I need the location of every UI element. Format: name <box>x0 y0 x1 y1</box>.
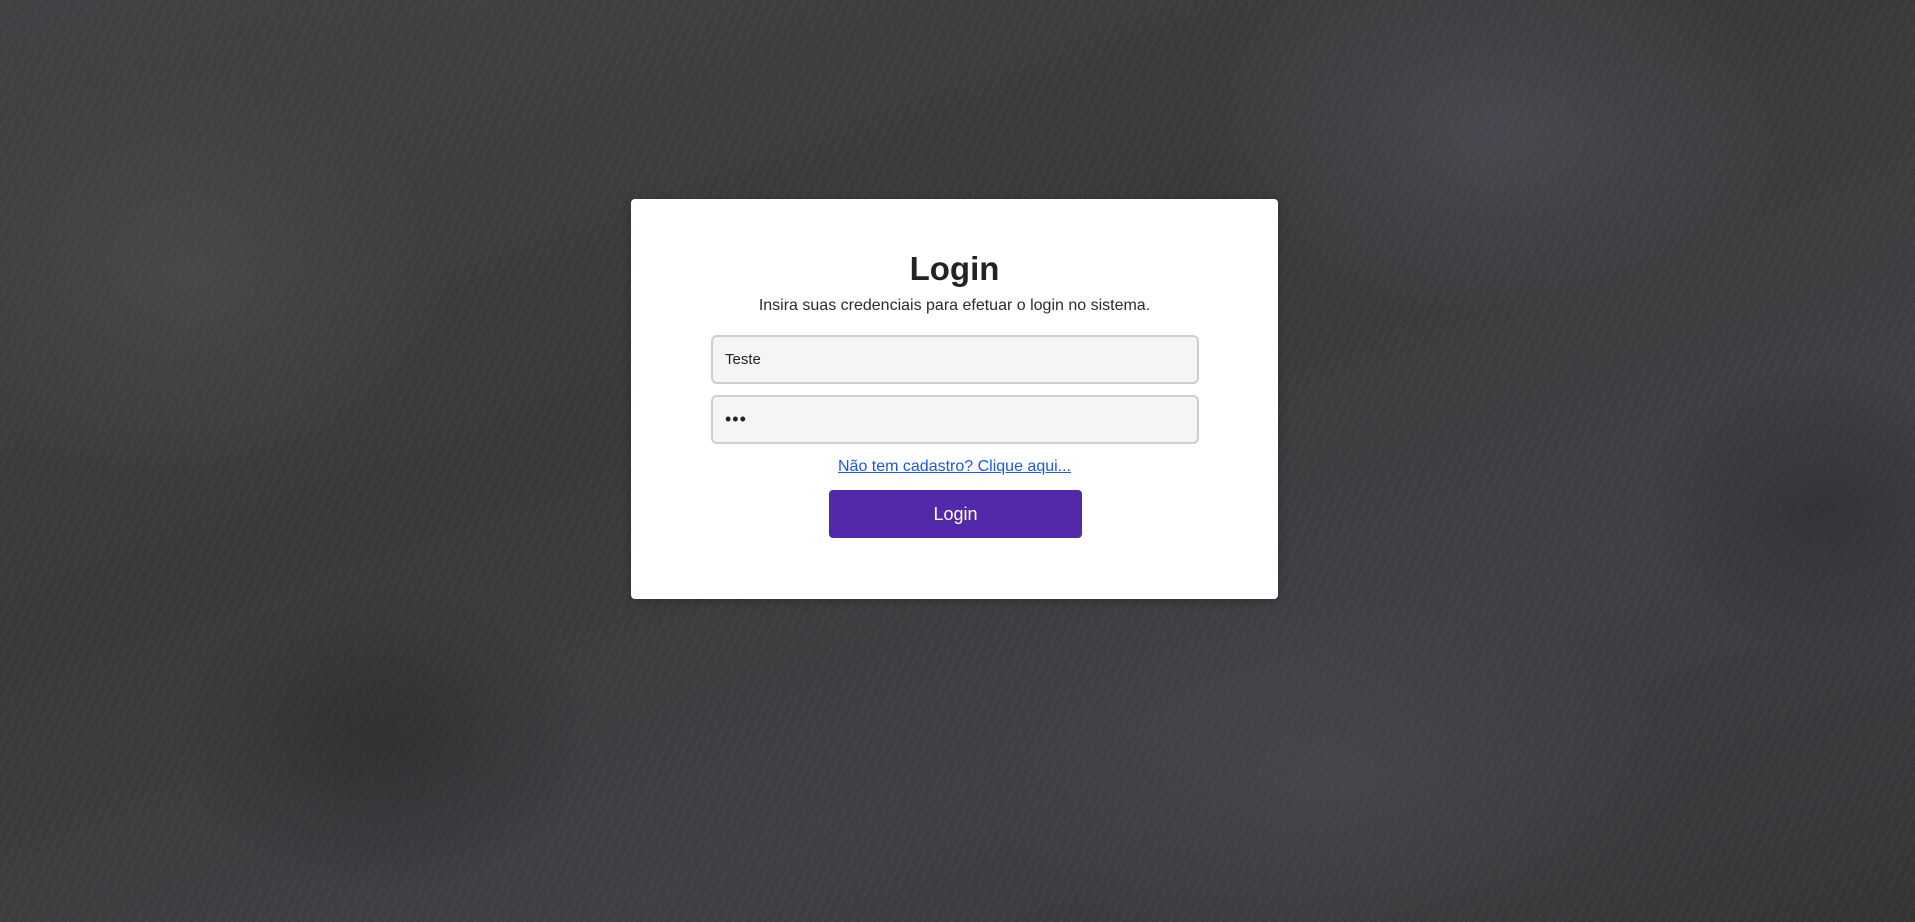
login-title: Login <box>909 250 1000 287</box>
register-link-container: Não tem cadastro? Clique aqui... <box>631 457 1278 477</box>
login-subtitle: Insira suas credenciais para efetuar o l… <box>758 297 1151 314</box>
login-button[interactable]: Login <box>829 490 1082 538</box>
login-page: { "login": { "title": "Login", "subtitle… <box>0 0 1915 922</box>
username-input[interactable] <box>711 335 1199 384</box>
login-card: Login Insira suas credenciais para efetu… <box>631 199 1278 599</box>
register-link[interactable]: Não tem cadastro? Clique aqui... <box>838 458 1071 475</box>
password-input[interactable] <box>711 395 1199 444</box>
